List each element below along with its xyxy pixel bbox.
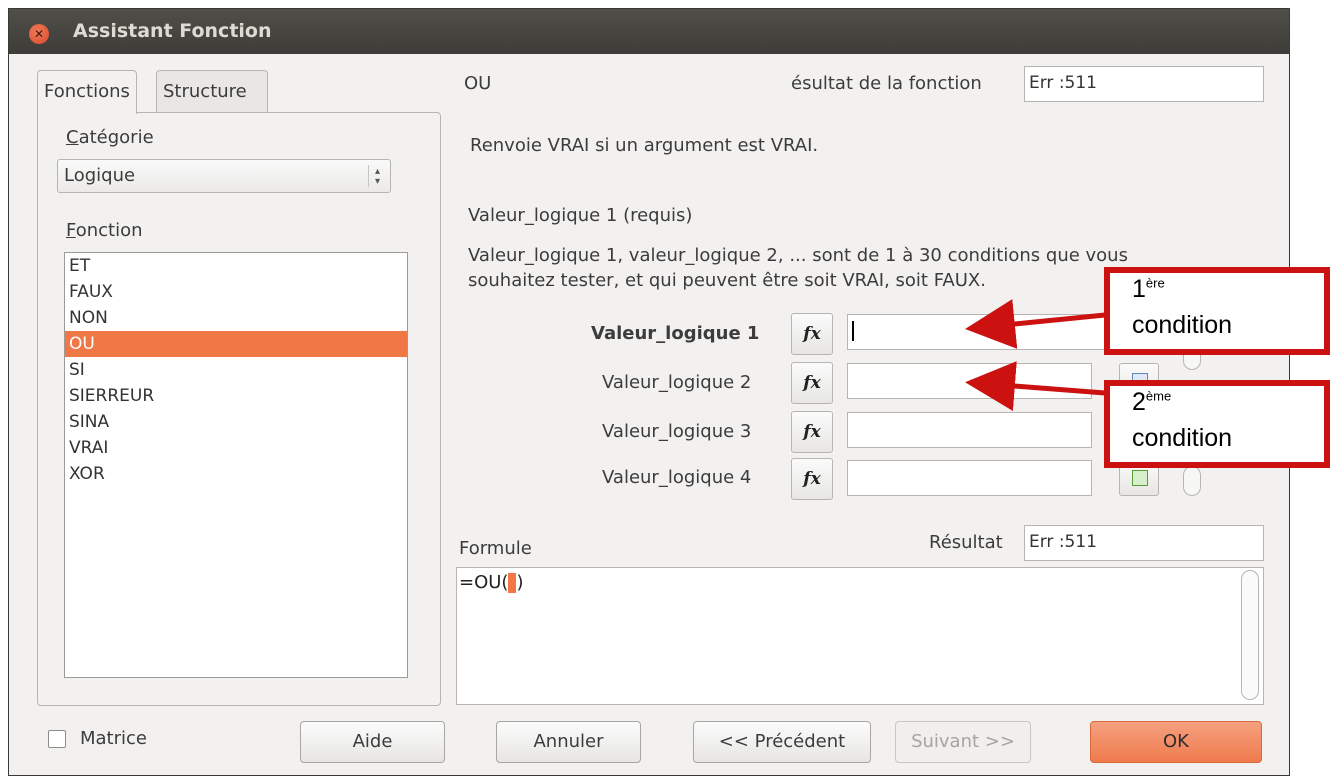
function-label: Fonction — [66, 220, 143, 241]
category-selected-value: Logique — [64, 165, 136, 186]
formula-text: =OU( — [459, 572, 509, 593]
list-item-selected[interactable]: OU — [65, 331, 407, 357]
title-bar: ✕ Assistant Fonction — [9, 9, 1289, 54]
ok-button[interactable]: OK — [1090, 721, 1262, 763]
shrink-icon — [1132, 470, 1148, 486]
function-result-field: Err :511 — [1024, 66, 1264, 102]
fx-icon[interactable]: fx — [791, 313, 833, 355]
category-select[interactable]: Logique ▴ ▾ — [57, 159, 391, 193]
callout-label: 1ère — [1132, 275, 1165, 303]
argument-label-2: Valeur_logique 2 — [602, 372, 752, 393]
list-item[interactable]: XOR — [65, 461, 407, 487]
previous-button[interactable]: << Précédent — [693, 721, 871, 763]
callout-condition-1: 1ère condition — [1104, 267, 1330, 355]
close-icon[interactable]: ✕ — [29, 24, 49, 44]
fx-icon[interactable]: fx — [791, 458, 833, 500]
list-item[interactable]: SI — [65, 357, 407, 383]
function-listbox[interactable]: ET FAUX NON OU SI SIERREUR SINA VRAI XOR — [64, 252, 408, 678]
fx-icon[interactable]: fx — [791, 362, 833, 404]
spin-arrows-icon: ▴ ▾ — [368, 165, 380, 187]
callout-label: 2ème — [1132, 388, 1172, 416]
matrix-label: Matrice — [80, 728, 147, 749]
list-item[interactable]: ET — [65, 253, 407, 279]
category-label: Catégorie — [66, 127, 154, 148]
arguments-scrollbar-bottom[interactable] — [1183, 466, 1201, 496]
argument-title: Valeur_logique 1 (requis) — [468, 205, 693, 226]
formula-closing: ) — [516, 572, 524, 593]
argument-input-1[interactable] — [847, 314, 1107, 350]
text-cursor — [852, 321, 854, 341]
list-item[interactable]: SINA — [65, 409, 407, 435]
function-description: Renvoie VRAI si un argument est VRAI. — [470, 135, 819, 156]
formula-label: Formule — [459, 538, 532, 559]
list-item[interactable]: SIERREUR — [65, 383, 407, 409]
result-label: Résultat — [929, 532, 1003, 553]
list-item[interactable]: NON — [65, 305, 407, 331]
callout-condition-2: 2ème condition — [1104, 380, 1330, 468]
list-item[interactable]: VRAI — [65, 435, 407, 461]
argument-input-3[interactable] — [847, 412, 1092, 448]
argument-description-line2: souhaitez tester, et qui peuvent être so… — [468, 270, 986, 291]
argument-label-4: Valeur_logique 4 — [602, 467, 752, 488]
formula-scrollbar[interactable] — [1241, 570, 1259, 700]
cancel-button[interactable]: Annuler — [496, 721, 641, 763]
help-button[interactable]: Aide — [300, 721, 445, 763]
matrix-checkbox[interactable] — [48, 730, 66, 748]
tab-structure[interactable]: Structure — [156, 70, 268, 112]
result-field: Err :511 — [1024, 525, 1264, 561]
list-item[interactable]: FAUX — [65, 279, 407, 305]
fx-icon[interactable]: fx — [791, 411, 833, 453]
argument-label-3: Valeur_logique 3 — [602, 421, 752, 442]
callout-word: condition — [1132, 311, 1233, 339]
tab-functions[interactable]: Fonctions — [37, 70, 137, 114]
dialog-title: Assistant Fonction — [73, 20, 272, 42]
argument-description-line1: Valeur_logique 1, valeur_logique 2, ... … — [468, 245, 1128, 266]
argument-input-4[interactable] — [847, 460, 1092, 496]
function-name: OU — [464, 73, 492, 94]
function-result-label: ésultat de la fonction — [791, 73, 982, 94]
argument-label-1: Valeur_logique 1 — [591, 323, 760, 344]
argument-input-2[interactable] — [847, 363, 1092, 399]
next-button[interactable]: Suivant >> — [895, 721, 1031, 763]
callout-word: condition — [1132, 424, 1233, 452]
formula-editor[interactable]: =OU() — [456, 567, 1264, 705]
